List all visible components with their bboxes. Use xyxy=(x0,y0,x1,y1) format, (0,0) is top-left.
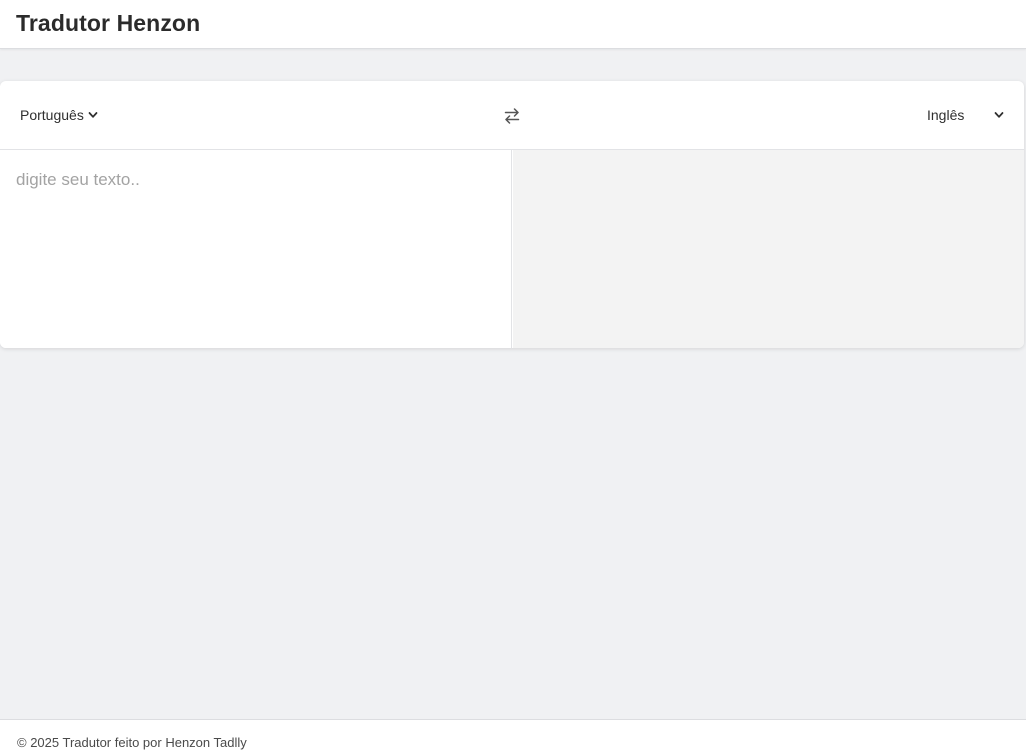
swap-languages-button[interactable] xyxy=(501,105,523,127)
language-controls: Português Inglês xyxy=(0,81,1024,150)
chevron-down-icon xyxy=(994,112,1004,118)
swap-arrows-icon xyxy=(504,108,520,124)
chevron-down-icon xyxy=(88,112,98,118)
target-language-label: Inglês xyxy=(927,107,965,123)
translation-output xyxy=(513,150,1024,348)
translation-panes xyxy=(0,150,1024,348)
target-language-select[interactable]: Inglês xyxy=(927,107,1004,123)
app-header: Tradutor Henzon xyxy=(0,0,1026,49)
source-pane xyxy=(0,150,512,348)
source-text-input[interactable] xyxy=(0,150,511,348)
source-language-label: Português xyxy=(20,107,84,123)
translator-app: Tradutor Henzon Português Inglês digite … xyxy=(0,0,1026,755)
app-title: Tradutor Henzon xyxy=(16,10,201,36)
footer-text: © 2025 Tradutor feito por Henzon Tadlly xyxy=(17,735,247,750)
app-footer: © 2025 Tradutor feito por Henzon Tadlly xyxy=(0,719,1026,755)
translator-card: Português Inglês xyxy=(0,81,1024,348)
source-language-select[interactable]: Português xyxy=(20,107,98,123)
